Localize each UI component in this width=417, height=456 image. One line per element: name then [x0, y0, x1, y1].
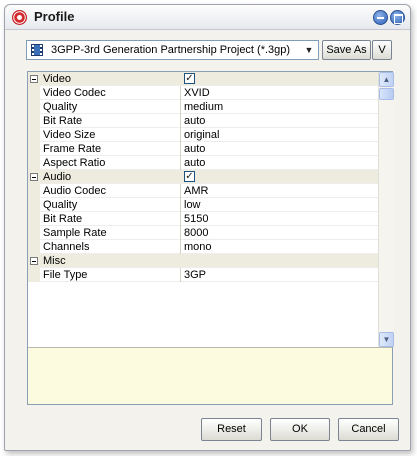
profile-dropdown-value: 3GPP-3rd Generation Partnership Project …	[51, 44, 291, 56]
description-pane	[28, 347, 392, 404]
row-gutter	[28, 212, 40, 226]
row-gutter	[28, 114, 40, 128]
profile-window: Profile 3GPP-3rd Generation Partnership …	[4, 4, 411, 451]
property-row[interactable]: Video Size original	[28, 128, 378, 142]
property-name: Bit Rate	[43, 213, 83, 225]
film-icon	[31, 44, 43, 56]
checkmark-icon: ✓	[185, 171, 194, 182]
row-gutter	[28, 86, 40, 100]
column-divider[interactable]	[180, 156, 181, 170]
title-bar[interactable]: Profile	[5, 5, 410, 30]
property-value[interactable]: AMR	[184, 185, 208, 197]
property-value[interactable]: original	[184, 129, 219, 141]
property-row[interactable]: File Type 3GP	[28, 268, 378, 282]
category-label: Video	[43, 73, 71, 85]
minimize-icon[interactable]	[373, 10, 388, 25]
column-divider[interactable]	[180, 142, 181, 156]
row-gutter	[28, 268, 40, 282]
property-row[interactable]: Audio Codec AMR	[28, 184, 378, 198]
category-label: Misc	[43, 255, 66, 267]
column-divider[interactable]	[180, 86, 181, 100]
maximize-icon[interactable]	[390, 10, 405, 25]
property-name: Audio Codec	[43, 185, 106, 197]
row-gutter	[28, 226, 40, 240]
property-value[interactable]: auto	[184, 115, 205, 127]
category-row[interactable]: Audio ✓	[28, 170, 378, 184]
property-row[interactable]: Quality medium	[28, 100, 378, 114]
property-row[interactable]: Video Codec XVID	[28, 86, 378, 100]
collapse-icon[interactable]	[30, 173, 38, 181]
category-enable-checkbox[interactable]: ✓	[184, 73, 195, 84]
collapse-icon[interactable]	[30, 257, 38, 265]
property-value[interactable]: 3GP	[184, 269, 206, 281]
property-name: Sample Rate	[43, 227, 107, 239]
collapse-icon[interactable]	[30, 75, 38, 83]
column-divider[interactable]	[180, 212, 181, 226]
window-title: Profile	[34, 9, 75, 24]
ok-button[interactable]: OK	[270, 418, 330, 441]
app-logo-icon	[12, 10, 27, 25]
category-enable-checkbox[interactable]: ✓	[184, 171, 195, 182]
property-value[interactable]: low	[184, 199, 201, 211]
row-gutter	[28, 100, 40, 114]
property-row[interactable]: Bit Rate 5150	[28, 212, 378, 226]
row-gutter	[28, 128, 40, 142]
cancel-button[interactable]: Cancel	[338, 418, 399, 441]
category-row[interactable]: Misc	[28, 254, 378, 268]
row-gutter	[28, 240, 40, 254]
property-name: Channels	[43, 241, 90, 253]
column-divider[interactable]	[180, 128, 181, 142]
property-name: Frame Rate	[43, 143, 102, 155]
property-value[interactable]: mono	[184, 241, 212, 253]
property-row[interactable]: Frame Rate auto	[28, 142, 378, 156]
property-name: Video Size	[43, 129, 96, 141]
property-row[interactable]: Bit Rate auto	[28, 114, 378, 128]
property-name: Aspect Ratio	[43, 157, 106, 169]
save-as-button[interactable]: Save As	[322, 40, 371, 60]
column-divider[interactable]	[180, 100, 181, 114]
scroll-thumb[interactable]	[379, 88, 394, 100]
property-value[interactable]: XVID	[184, 87, 210, 99]
category-row[interactable]: Video ✓	[28, 72, 378, 86]
property-row[interactable]: Sample Rate 8000	[28, 226, 378, 240]
property-name: Video Codec	[43, 87, 106, 99]
column-divider[interactable]	[180, 240, 181, 254]
row-gutter	[28, 198, 40, 212]
scroll-down-icon[interactable]: ▼	[379, 332, 394, 347]
property-name: Quality	[43, 101, 78, 113]
property-row[interactable]: Quality low	[28, 198, 378, 212]
vertical-scrollbar[interactable]: ▲ ▼	[378, 72, 394, 347]
property-row[interactable]: Aspect Ratio auto	[28, 156, 378, 170]
column-divider[interactable]	[180, 114, 181, 128]
row-gutter	[28, 156, 40, 170]
row-gutter	[28, 184, 40, 198]
reset-button[interactable]: Reset	[201, 418, 262, 441]
v-button[interactable]: V	[372, 40, 392, 60]
profile-dropdown[interactable]: 3GPP-3rd Generation Partnership Project …	[26, 40, 319, 60]
category-label: Audio	[43, 171, 72, 183]
property-value[interactable]: 5150	[184, 213, 208, 225]
chevron-down-icon[interactable]: ▼	[302, 43, 316, 57]
property-row[interactable]: Channels mono	[28, 240, 378, 254]
row-gutter	[28, 142, 40, 156]
column-divider[interactable]	[180, 198, 181, 212]
property-value[interactable]: medium	[184, 101, 223, 113]
property-value[interactable]: 8000	[184, 227, 208, 239]
property-name: File Type	[43, 269, 88, 281]
checkmark-icon: ✓	[185, 73, 194, 84]
property-grid-frame: Video ✓ Video Codec XVID Quality medium Bit Ra…	[27, 71, 394, 405]
scroll-up-icon[interactable]: ▲	[379, 72, 394, 87]
column-divider[interactable]	[180, 226, 181, 240]
property-value[interactable]: auto	[184, 157, 205, 169]
property-name: Bit Rate	[43, 115, 83, 127]
property-grid: Video ✓ Video Codec XVID Quality medium Bit Ra…	[28, 72, 378, 347]
property-name: Quality	[43, 199, 78, 211]
column-divider[interactable]	[180, 268, 181, 282]
property-value[interactable]: auto	[184, 143, 205, 155]
column-divider[interactable]	[180, 184, 181, 198]
